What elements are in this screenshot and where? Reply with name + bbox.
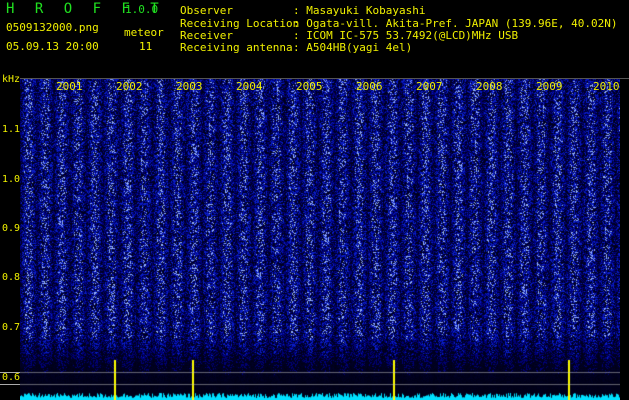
year-label: 2003: [176, 80, 203, 93]
y-tick-label: 0.9: [2, 223, 21, 234]
meteor-count: 11: [139, 40, 153, 53]
year-label: 2005: [296, 80, 323, 93]
app-version: 1.0.0: [125, 3, 159, 16]
observer-label: Observer: [180, 4, 233, 17]
year-label: 2004: [236, 80, 263, 93]
observer-value: : Masayuki Kobayashi: [293, 4, 426, 17]
meteor-label: meteor: [124, 26, 164, 39]
year-label: 2002: [116, 80, 143, 93]
y-tick-line: [0, 384, 20, 385]
year-label: 2008: [476, 80, 503, 93]
year-label: 2010: [593, 80, 620, 93]
y-tick-label: 0.6: [2, 372, 21, 383]
hroft-window: H R O F F T 1.0.0 0509132000.png 05.09.1…: [0, 0, 629, 400]
file-name: 0509132000.png: [6, 21, 99, 34]
y-tick-label: 1.1: [2, 124, 21, 135]
file-datetime: 05.09.13 20:00: [6, 40, 99, 53]
y-tick-label: 0.8: [2, 272, 21, 283]
year-label: 2006: [356, 80, 383, 93]
y-tick-label: 1.0: [2, 174, 21, 185]
antenna-label: Receiving antenna: [180, 41, 293, 54]
y-tick-label: 0.7: [2, 322, 21, 333]
plot-top-border: [20, 78, 629, 79]
year-label: 2007: [416, 80, 443, 93]
spectrogram: [20, 78, 620, 400]
antenna-value: : A504HB(yagi 4el): [293, 41, 413, 54]
year-label: 2009: [536, 80, 563, 93]
y-axis-unit: kHz: [2, 74, 21, 85]
year-label: 2001: [56, 80, 83, 93]
y-tick-line: [0, 372, 20, 373]
